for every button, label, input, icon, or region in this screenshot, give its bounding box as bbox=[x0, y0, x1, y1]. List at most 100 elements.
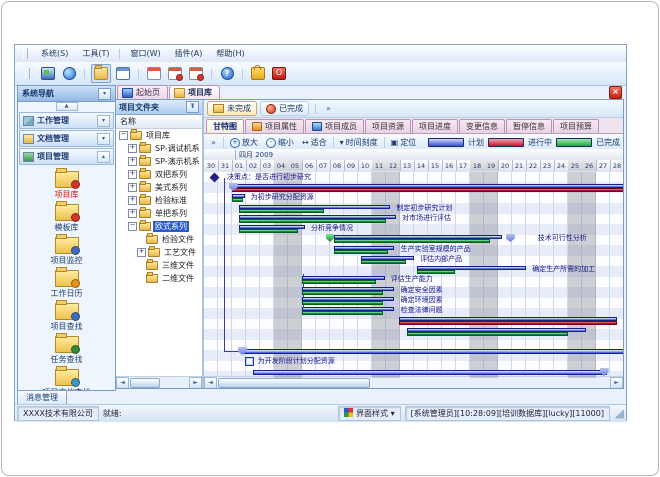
summary-bar[interactable] bbox=[399, 317, 617, 325]
menu-item[interactable]: 窗口(W) bbox=[123, 46, 167, 61]
day-header-cell[interactable]: 06 bbox=[302, 160, 317, 171]
chevron-up-icon[interactable]: ▴ bbox=[97, 151, 110, 163]
sidebar-item-3[interactable]: 项目监控 bbox=[18, 235, 115, 268]
task-bar[interactable] bbox=[239, 215, 396, 223]
task-bar[interactable] bbox=[302, 297, 394, 305]
day-header-cell[interactable]: 31 bbox=[218, 160, 233, 171]
scroll-thumb[interactable] bbox=[130, 378, 160, 388]
calendar-button[interactable] bbox=[145, 65, 163, 82]
tab-项目属性[interactable]: 项目属性 bbox=[245, 119, 304, 133]
scroll-left-icon[interactable]: ◄ bbox=[116, 377, 129, 389]
zoom-in-button[interactable]: +放大 bbox=[227, 136, 261, 149]
sidebar-item-1[interactable]: 项目库 bbox=[18, 169, 115, 202]
menu-item[interactable]: 帮助(H) bbox=[209, 46, 251, 61]
task-bar[interactable] bbox=[407, 328, 586, 336]
day-header-cell[interactable]: 03 bbox=[260, 160, 275, 171]
day-header-cell[interactable]: 21 bbox=[512, 160, 527, 171]
menu-item[interactable]: 插件(A) bbox=[168, 46, 210, 61]
tab-项目进度[interactable]: 项目进度 bbox=[412, 119, 458, 133]
power-button[interactable]: O bbox=[270, 65, 288, 82]
day-header-cell[interactable]: 15 bbox=[428, 160, 443, 171]
expand-icon[interactable]: + bbox=[128, 196, 137, 205]
sidebar-scroll-up[interactable]: ▲ bbox=[18, 102, 115, 111]
globe-button[interactable] bbox=[60, 65, 78, 82]
sidebar-group-1[interactable]: 工作管理▾ bbox=[19, 112, 114, 129]
chevron-down-icon[interactable]: ▾ bbox=[97, 115, 110, 127]
zoom-out-button[interactable]: -缩小 bbox=[263, 136, 297, 149]
tree-item[interactable]: +工艺文件 bbox=[116, 246, 202, 259]
day-header-cell[interactable]: 17 bbox=[456, 160, 471, 171]
task-bar[interactable] bbox=[302, 307, 394, 315]
resize-grip[interactable] bbox=[614, 409, 624, 419]
calendar-check-button[interactable] bbox=[187, 65, 205, 82]
tree-item[interactable]: 检验文件 bbox=[116, 233, 202, 246]
sidebar-group-2[interactable]: 文档管理▾ bbox=[19, 130, 114, 147]
day-header-cell[interactable]: 16 bbox=[442, 160, 457, 171]
tree-item[interactable]: +SP-调试机系 bbox=[116, 142, 202, 155]
pin-icon[interactable]: Ŧ bbox=[186, 101, 199, 113]
tab-项目库[interactable]: 项目库 bbox=[169, 85, 220, 99]
collapse-icon[interactable]: − bbox=[128, 222, 137, 231]
locate-button[interactable]: ▣定位 bbox=[388, 136, 420, 149]
day-header-cell[interactable]: 13 bbox=[400, 160, 415, 171]
day-header-cell[interactable]: 01 bbox=[232, 160, 247, 171]
tree-item[interactable]: +美式系列 bbox=[116, 181, 202, 194]
day-header-cell[interactable]: 11 bbox=[372, 160, 387, 171]
tree-horizontal-scrollbar[interactable]: ◄ ► bbox=[116, 376, 202, 388]
gantt-chart[interactable]: 决策点：是否进行初步研究为初步研究分配资源制定初步研究计划对市场进行评估分析竞争… bbox=[204, 172, 623, 378]
day-header-cell[interactable]: 07 bbox=[316, 160, 331, 171]
day-header-cell[interactable]: 18 bbox=[470, 160, 485, 171]
day-header-cell[interactable]: 10 bbox=[358, 160, 373, 171]
day-header-cell[interactable]: 20 bbox=[498, 160, 513, 171]
sidebar-item-6[interactable]: 任务查找 bbox=[18, 334, 115, 367]
task-bar[interactable] bbox=[334, 235, 502, 243]
sidebar-item-5[interactable]: 项目查找 bbox=[18, 301, 115, 334]
day-header-cell[interactable]: 08 bbox=[330, 160, 345, 171]
day-header-cell[interactable]: 23 bbox=[540, 160, 555, 171]
menu-item[interactable]: 工具(T) bbox=[75, 46, 116, 61]
expand-icon[interactable]: + bbox=[128, 144, 137, 153]
open-folder-button[interactable] bbox=[91, 64, 111, 83]
tree-item[interactable]: 三维文件 bbox=[116, 259, 202, 272]
tree-item[interactable]: +双把系列 bbox=[116, 168, 202, 181]
day-header-cell[interactable]: 26 bbox=[582, 160, 597, 171]
fit-button[interactable]: ↔适合 bbox=[299, 136, 330, 149]
day-header-cell[interactable]: 02 bbox=[246, 160, 261, 171]
expand-icon[interactable]: + bbox=[137, 248, 146, 257]
day-header-cell[interactable]: 05 bbox=[288, 160, 303, 171]
sidebar-item-4[interactable]: 工作日历 bbox=[18, 268, 115, 301]
interface-style-button[interactable]: 界面样式 ▾ bbox=[338, 406, 401, 421]
expand-icon[interactable]: + bbox=[128, 209, 137, 218]
summary-bar[interactable] bbox=[232, 184, 623, 192]
day-header-cell[interactable]: 25 bbox=[568, 160, 583, 171]
day-header-cell[interactable]: 04 bbox=[274, 160, 289, 171]
tree-item[interactable]: 二维文件 bbox=[116, 272, 202, 285]
chevron-up-icon[interactable]: ▲ bbox=[56, 102, 78, 111]
day-header-cell[interactable]: 28 bbox=[610, 160, 623, 171]
task-bar[interactable] bbox=[417, 266, 526, 274]
day-header-cell[interactable]: 22 bbox=[526, 160, 541, 171]
scroll-thumb[interactable] bbox=[218, 378, 370, 388]
plan-bar[interactable] bbox=[242, 348, 623, 356]
tree-item[interactable]: −项目库 bbox=[116, 129, 202, 142]
tab-甘特图[interactable]: 甘特图 bbox=[206, 119, 244, 133]
message-management-tab[interactable]: 消息管理 bbox=[17, 390, 67, 404]
day-header-cell[interactable]: 27 bbox=[596, 160, 611, 171]
lock-button[interactable] bbox=[249, 65, 267, 82]
window-layout-button[interactable] bbox=[114, 65, 132, 82]
tab-暂停信息[interactable]: 暂停信息 bbox=[506, 119, 552, 133]
task-bar[interactable] bbox=[334, 246, 394, 254]
tree-item[interactable]: −欧式系列 bbox=[116, 220, 202, 233]
sidebar-item-7[interactable]: 项目文档查找 bbox=[18, 367, 115, 391]
calendar-alert-button[interactable] bbox=[166, 65, 184, 82]
overflow-icon[interactable]: » bbox=[322, 104, 335, 113]
tab-项目资源[interactable]: 项目资源 bbox=[365, 119, 411, 133]
expand-icon[interactable]: + bbox=[128, 183, 137, 192]
task-bar[interactable] bbox=[302, 287, 394, 295]
scroll-right-icon[interactable]: ► bbox=[189, 377, 202, 389]
scroll-right-icon[interactable]: ► bbox=[610, 377, 623, 389]
task-bar[interactable] bbox=[239, 205, 390, 213]
chevron-down-icon[interactable]: ▾ bbox=[97, 133, 110, 145]
timescale-button[interactable]: ▾时间刻度 bbox=[337, 136, 381, 149]
menu-item[interactable]: 系统(S) bbox=[34, 46, 75, 61]
